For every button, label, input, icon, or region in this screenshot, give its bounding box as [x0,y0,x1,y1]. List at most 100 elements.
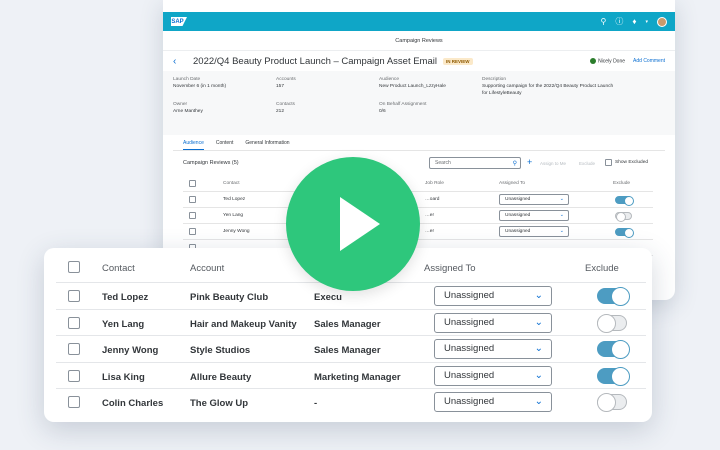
contact-name: Yen Lang [223,213,244,218]
table-row[interactable]: Ted Lopez …oard Unassigned ⌄ [183,192,653,208]
contact-name: Jenny Wong [223,229,250,234]
exclude-toggle[interactable] [615,228,634,238]
exclude-toggle[interactable] [597,287,630,306]
account-name: Hair and Makeup Vanity [190,318,297,330]
search-input[interactable]: Search ⚲ [429,157,521,169]
assigned-to-select[interactable]: Unassigned ⌄ [434,286,552,306]
account-name: Allure Beauty [190,371,252,383]
tab-bar: Audience Content General Information [183,140,290,150]
column-header-assigned[interactable]: Assigned To [424,263,476,274]
table-title: Campaign Reviews (5) [183,160,239,166]
job-role: …er [425,213,435,218]
assigned-to-select[interactable]: Unassigned ⌄ [434,339,552,359]
contact-name: Ted Lopez [102,292,149,303]
column-header-account[interactable]: Account [190,263,224,274]
job-role: Sales Manager [314,318,381,330]
page-title: 2022/Q4 Beauty Product Launch – Campaign… [193,55,437,67]
facet-audience: Audience New Product Launch_LzzyHale [379,77,446,89]
facet-launch-date: Launch Date November 6 (in 1 month) [173,77,227,89]
facet-accounts: Accounts 157 [276,77,296,89]
bell-icon[interactable]: ♦ [632,17,636,26]
assigned-to-select[interactable]: Unassigned ⌄ [499,210,569,221]
exclude-toggle[interactable] [597,340,630,359]
chevron-down-icon: ⌄ [559,228,564,234]
back-chevron-icon[interactable]: ‹ [173,56,193,67]
row-checkbox[interactable] [68,343,80,355]
chevron-down-icon: ⌄ [559,212,564,218]
job-role: Marketing Manager [314,371,401,383]
chevron-down-icon: ⌄ [534,290,543,301]
job-role: - [314,398,318,409]
select-all-checkbox[interactable] [189,180,196,187]
job-role: …oard [425,197,440,202]
account-name: Style Studios [190,345,251,356]
tab-audience[interactable]: Audience [183,140,204,150]
row-checkbox[interactable] [189,196,196,203]
table-row[interactable]: Colin Charles The Glow Up - Unassigned ⌄ [56,389,646,416]
facet-description: Description Supporting campaign for the … [482,77,614,96]
add-comment-button[interactable]: Add Comment [633,58,665,64]
contact-name: Colin Charles [102,398,164,409]
row-checkbox[interactable] [68,290,80,302]
shell-bar: SAP ⚲ ⓘ ♦ ▾ [163,12,675,31]
column-header-exclude[interactable]: Exclude [613,181,630,186]
row-checkbox[interactable] [68,369,80,382]
check-icon [590,57,597,64]
assigned-to-select[interactable]: Unassigned ⌄ [434,312,552,333]
column-header-contact[interactable]: Contact [102,263,135,274]
tab-general-information[interactable]: General Information [245,140,289,150]
status-badge: IN REVIEW [442,57,473,65]
column-header-exclude[interactable]: Exclude [585,263,619,274]
facet-contacts: Contacts 212 [276,102,295,114]
exclude-toggle[interactable] [597,313,627,333]
row-checkbox[interactable] [68,316,80,329]
assigned-to-select[interactable]: Unassigned ⌄ [499,226,569,237]
help-icon[interactable]: ⓘ [615,17,623,26]
add-icon[interactable]: + [527,157,532,167]
exclude-toggle[interactable] [597,366,630,386]
facet-on-behalf: On Behalf Assignment 0/6 [379,102,427,114]
exclude-toggle[interactable] [597,393,627,412]
assign-to-me-button[interactable]: Assign to Me [540,161,566,166]
avatar[interactable] [657,16,667,27]
page-subtitle: Campaign Reviews [163,31,675,51]
row-checkbox[interactable] [68,396,80,408]
nicely-done-button[interactable]: Nicely Done [590,57,625,64]
exclude-toggle[interactable] [615,212,632,222]
assigned-to-select[interactable]: Unassigned ⌄ [434,365,552,386]
row-checkbox[interactable] [189,212,196,219]
chevron-down-icon[interactable]: ▾ [645,18,648,26]
tab-content[interactable]: Content [216,140,234,150]
job-role: Execu [314,292,342,303]
column-header-role[interactable]: Job Role [425,181,444,186]
contact-name: Jenny Wong [102,345,159,356]
job-role: Sales Manager [314,345,381,356]
table-header-row: Contact Job Role Assigned To Exclude [183,176,653,192]
show-excluded-checkbox[interactable]: Show Excluded [605,159,648,166]
play-video-button[interactable] [286,157,420,291]
table-row[interactable]: Lisa King Allure Beauty Marketing Manage… [56,363,646,389]
checkbox[interactable] [605,159,612,166]
column-header-contact[interactable]: Contact [223,181,240,186]
assigned-to-select[interactable]: Unassigned ⌄ [499,194,569,205]
job-role: …er [425,229,435,234]
row-checkbox[interactable] [189,228,196,235]
table-row[interactable]: Jenny Wong Style Studios Sales Manager U… [56,336,646,363]
assigned-to-select[interactable]: Unassigned ⌄ [434,392,552,412]
search-icon[interactable]: ⚲ [513,159,517,169]
table-row[interactable]: Yen Lang Hair and Makeup Vanity Sales Ma… [56,310,646,336]
divider [173,150,665,151]
search-icon[interactable]: ⚲ [601,17,607,26]
column-header-assigned[interactable]: Assigned To [499,181,525,186]
contact-name: Lisa King [102,371,145,383]
exclude-toggle[interactable] [615,196,634,206]
account-name: The Glow Up [190,398,249,409]
contact-name: Ted Lopez [223,197,246,202]
chevron-down-icon: ⌄ [534,316,543,328]
select-all-checkbox[interactable] [68,261,80,273]
facet-owner: Owner Arne Manthey [173,102,203,114]
exclude-button[interactable]: Exclude [579,161,595,166]
sap-logo[interactable]: SAP [171,17,187,26]
chevron-down-icon: ⌄ [534,369,543,381]
contact-name: Yen Lang [102,318,145,330]
